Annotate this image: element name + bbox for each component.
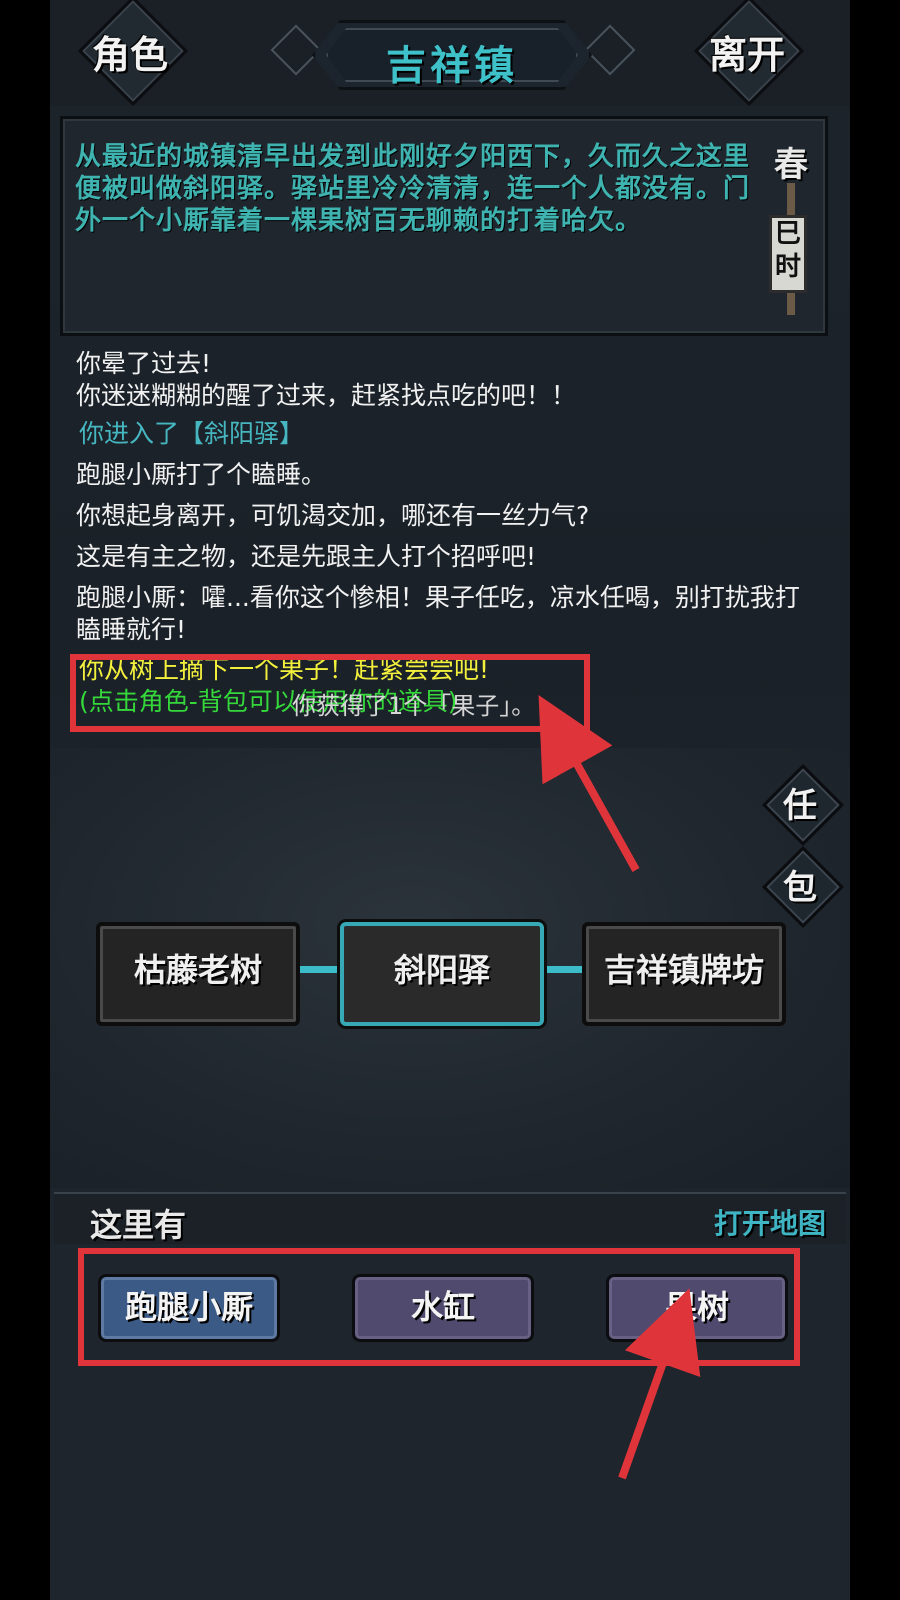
annotation-arrow-up-left xyxy=(538,695,640,872)
annotation-arrow-up-right xyxy=(618,1288,701,1480)
annotation-arrows xyxy=(538,695,701,1480)
